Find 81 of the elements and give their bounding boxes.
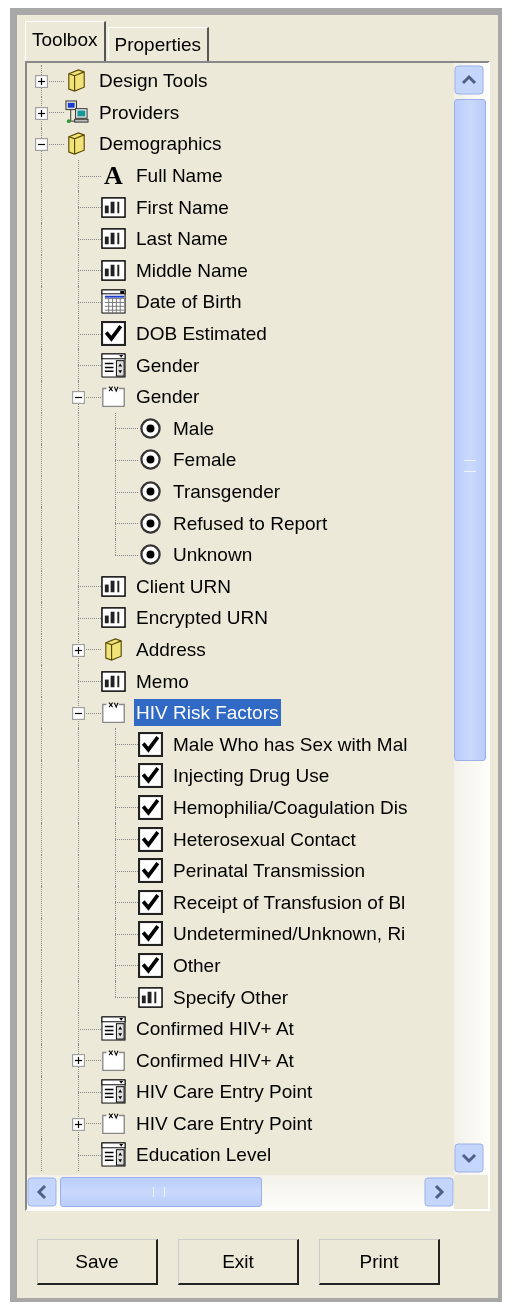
expand-icon[interactable] — [72, 1117, 85, 1131]
tree-item[interactable]: Perinatal Transmission — [171, 857, 368, 885]
scroll-down-button[interactable] — [454, 1143, 484, 1173]
checkbox[interactable] — [138, 952, 163, 978]
list-box-icon — [101, 1142, 126, 1168]
font-icon: A — [101, 162, 123, 189]
tree-item[interactable]: Middle Name — [134, 256, 250, 284]
tree-item[interactable]: Hemophilia/Coagulation Dis — [171, 793, 410, 821]
tree-item[interactable]: Address — [134, 636, 208, 663]
radio-icon — [138, 542, 163, 568]
collapse-icon[interactable] — [35, 138, 48, 152]
horizontal-scrollbar[interactable] — [27, 1175, 488, 1209]
tree-item[interactable]: Receipt of Transfusion of Bl — [171, 888, 408, 916]
radio-icon — [138, 510, 163, 536]
checkbox[interactable] — [101, 321, 126, 347]
group-frame-icon — [101, 700, 126, 726]
tree-item[interactable]: Gender — [134, 383, 202, 411]
tree-item[interactable]: Confirmed HIV+ At — [134, 1046, 296, 1074]
tree-item[interactable]: Memo — [134, 667, 191, 695]
collapse-icon[interactable] — [72, 390, 85, 404]
scroll-right-button[interactable] — [424, 1177, 454, 1207]
tree-item[interactable]: HIV Care Entry Point — [134, 1109, 315, 1137]
button[interactable]: Save — [37, 1239, 158, 1285]
tree-item[interactable]: Unknown — [171, 541, 255, 569]
expand-icon[interactable] — [35, 75, 48, 88]
tree-item[interactable]: Education Level — [134, 1141, 274, 1169]
tree-item[interactable]: Refused to Report — [171, 509, 330, 537]
expand-icon[interactable] — [35, 106, 48, 120]
tree-item[interactable]: HIV Risk Factors — [134, 699, 281, 727]
computers-icon — [64, 99, 89, 125]
tree-item[interactable]: Transgender — [171, 478, 283, 505]
radio-icon — [138, 447, 163, 473]
list-box-icon — [101, 352, 126, 378]
tree-item[interactable]: Male — [171, 414, 217, 442]
group-frame-icon — [101, 1047, 126, 1073]
checkbox[interactable] — [138, 826, 163, 852]
group-frame-icon — [101, 1110, 126, 1136]
tree-item[interactable]: Design Tools — [97, 67, 210, 95]
tree-item[interactable]: Client URN — [134, 572, 234, 600]
scroll-left-button[interactable] — [27, 1177, 57, 1207]
scroll-up-button[interactable] — [454, 65, 484, 95]
tree-item[interactable]: First Name — [134, 193, 231, 221]
expand-icon[interactable] — [72, 643, 85, 657]
group-frame-icon — [101, 384, 126, 410]
calendar-icon — [101, 289, 126, 315]
tree-item[interactable]: HIV Care Entry Point — [134, 1078, 315, 1106]
list-box-icon — [101, 1016, 126, 1042]
checkbox[interactable] — [138, 731, 163, 757]
radio-icon — [138, 415, 163, 441]
expand-icon[interactable] — [72, 1054, 85, 1068]
tree-item[interactable]: Confirmed HIV+ At — [134, 1015, 296, 1043]
button[interactable]: Print — [319, 1239, 440, 1285]
tree-item[interactable]: Last Name — [134, 225, 230, 253]
collapse-icon[interactable] — [72, 706, 85, 720]
tree-item[interactable]: Heterosexual Contact — [171, 825, 358, 853]
scrollbar-thumb[interactable] — [454, 99, 486, 761]
vertical-scrollbar[interactable] — [454, 63, 488, 1175]
tree-item[interactable]: Female — [171, 446, 239, 474]
checkbox[interactable] — [138, 763, 163, 789]
button[interactable]: Exit — [178, 1239, 299, 1285]
checkbox[interactable] — [138, 921, 163, 947]
checkbox[interactable] — [138, 858, 163, 884]
tree-item[interactable]: Male Who has Sex with Mal — [171, 730, 410, 758]
list-box-icon — [101, 1079, 126, 1105]
tree-item[interactable]: Specify Other — [171, 983, 291, 1011]
checkbox[interactable] — [138, 794, 163, 820]
tree-item[interactable]: Demographics — [97, 130, 224, 158]
tab[interactable]: Toolbox — [25, 21, 106, 61]
checkbox[interactable] — [138, 889, 163, 915]
radio-icon — [138, 479, 163, 504]
tree-item[interactable]: Full Name — [134, 162, 225, 190]
tree-item[interactable]: Date of Birth — [134, 288, 244, 316]
tree-item[interactable]: Other — [171, 951, 223, 979]
tab[interactable]: Properties — [107, 27, 210, 61]
tree-item[interactable]: Injecting Drug Use — [171, 762, 332, 790]
tree-item[interactable]: Undetermined/Unknown, Ri — [171, 920, 408, 948]
scrollbar-thumb[interactable] — [60, 1177, 262, 1207]
tree-item[interactable]: Providers — [97, 98, 182, 126]
tree-item[interactable]: Encrypted URN — [134, 604, 270, 632]
tree-item[interactable]: Gender — [134, 351, 202, 379]
tree-item[interactable]: DOB Estimated — [134, 320, 269, 348]
